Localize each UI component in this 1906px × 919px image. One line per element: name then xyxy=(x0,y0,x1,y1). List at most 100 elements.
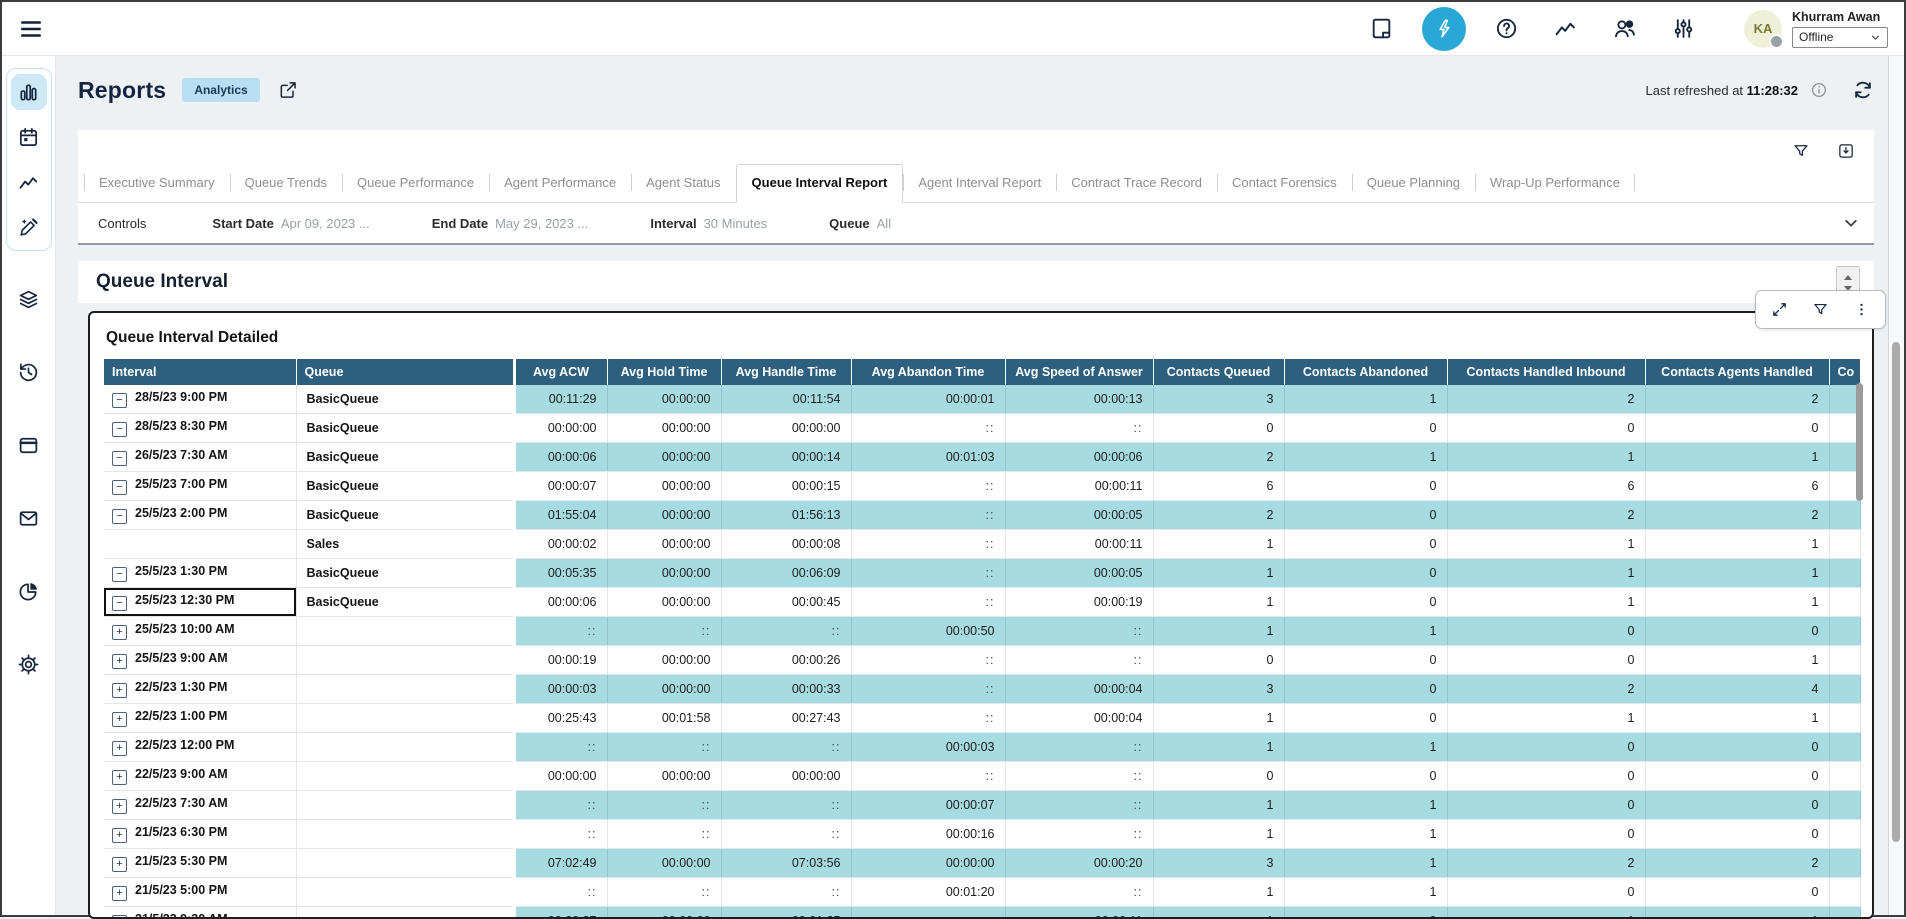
sliders-icon[interactable] xyxy=(1671,16,1696,41)
chevron-down-icon[interactable] xyxy=(1842,214,1860,232)
tab-queue-trends[interactable]: Queue Trends xyxy=(230,164,342,202)
control-interval[interactable]: Interval30 Minutes xyxy=(650,216,767,231)
kebab-menu-icon[interactable] xyxy=(1849,297,1874,322)
status-dropdown[interactable]: Offline xyxy=(1792,27,1888,48)
sidebar-item-settings-gear[interactable] xyxy=(11,646,47,682)
interval-cell[interactable]: −25/5/23 1:30 PM xyxy=(104,559,296,588)
help-icon[interactable] xyxy=(1494,16,1519,41)
column-header-contacts-queued[interactable]: Contacts Queued xyxy=(1153,359,1284,385)
expand-row-icon[interactable]: + xyxy=(112,712,127,727)
table-row[interactable]: −26/5/23 7:30 AMBasicQueue00:00:0600:00:… xyxy=(104,443,1860,472)
interval-cell[interactable]: +25/5/23 9:00 AM xyxy=(104,646,296,675)
column-header-avg-speed-of-answer[interactable]: Avg Speed of Answer xyxy=(1005,359,1153,385)
interval-cell[interactable]: −28/5/23 9:00 PM xyxy=(104,385,296,414)
interval-cell[interactable]: +21/5/23 6:30 PM xyxy=(104,820,296,849)
sidebar-item-mail[interactable] xyxy=(11,500,47,536)
lightning-bolt-icon[interactable] xyxy=(1422,7,1466,51)
expand-row-icon[interactable]: + xyxy=(112,741,127,756)
tab-agent-interval-report[interactable]: Agent Interval Report xyxy=(903,164,1056,202)
collapse-row-icon[interactable]: − xyxy=(112,567,127,582)
tab-executive-summary[interactable]: Executive Summary xyxy=(84,164,230,202)
table-scrollbar-thumb[interactable] xyxy=(1856,383,1863,501)
collapse-row-icon[interactable]: − xyxy=(112,422,127,437)
table-row[interactable]: +22/5/23 12:00 PM::::::00:00:03::1100 xyxy=(104,733,1860,762)
collapse-row-icon[interactable]: − xyxy=(112,509,127,524)
interval-cell[interactable]: −25/5/23 2:00 PM xyxy=(104,501,296,530)
table-row[interactable]: +25/5/23 9:00 AM00:00:1900:00:0000:00:26… xyxy=(104,646,1860,675)
column-header-contacts-handled-inbound[interactable]: Contacts Handled Inbound xyxy=(1447,359,1645,385)
table-row[interactable]: −25/5/23 2:00 PMBasicQueue01:55:0400:00:… xyxy=(104,501,1860,530)
line-chart-icon[interactable] xyxy=(1553,16,1578,41)
filter-icon[interactable] xyxy=(1788,138,1813,163)
people-icon[interactable] xyxy=(1612,16,1637,41)
filter-icon[interactable] xyxy=(1808,297,1833,322)
table-row[interactable]: −25/5/23 1:30 PMBasicQueue00:05:3500:00:… xyxy=(104,559,1860,588)
table-row[interactable]: +25/5/23 10:00 AM::::::00:00:50::1100 xyxy=(104,617,1860,646)
expand-row-icon[interactable]: + xyxy=(112,886,127,901)
interval-cell[interactable]: +22/5/23 9:00 AM xyxy=(104,762,296,791)
control-start-date[interactable]: Start DateApr 09, 2023 ... xyxy=(212,216,369,231)
collapse-row-icon[interactable]: − xyxy=(112,451,127,466)
column-header-avg-acw[interactable]: Avg ACW xyxy=(514,359,607,385)
expand-row-icon[interactable]: + xyxy=(112,770,127,785)
interval-cell[interactable]: +22/5/23 1:30 PM xyxy=(104,675,296,704)
sidebar-item-calendar[interactable] xyxy=(11,119,47,155)
tab-contract-trace-record[interactable]: Contract Trace Record xyxy=(1056,164,1217,202)
column-header-queue[interactable]: Queue xyxy=(296,359,514,385)
expand-row-icon[interactable]: + xyxy=(112,857,127,872)
tab-queue-performance[interactable]: Queue Performance xyxy=(342,164,489,202)
table-row[interactable]: −28/5/23 9:00 PMBasicQueue00:11:2900:00:… xyxy=(104,385,1860,414)
tab-agent-performance[interactable]: Agent Performance xyxy=(489,164,631,202)
interval-cell[interactable] xyxy=(104,530,296,559)
table-row[interactable]: +22/5/23 9:00 AM00:00:0000:00:0000:00:00… xyxy=(104,762,1860,791)
sidebar-item-layers[interactable] xyxy=(11,281,47,317)
sidebar-item-pie-chart[interactable] xyxy=(11,573,47,609)
collapse-row-icon[interactable]: − xyxy=(112,393,127,408)
column-header-co[interactable]: Co xyxy=(1829,359,1860,385)
table-row[interactable]: +21/5/23 5:00 PM::::::00:01:20::1100 xyxy=(104,878,1860,907)
column-header-avg-abandon-time[interactable]: Avg Abandon Time xyxy=(851,359,1005,385)
expand-icon[interactable] xyxy=(1767,297,1792,322)
column-header-contacts-abandoned[interactable]: Contacts Abandoned xyxy=(1284,359,1447,385)
table-row[interactable]: +22/5/23 7:30 AM::::::00:00:07::1100 xyxy=(104,791,1860,820)
table-row[interactable]: Sales00:00:0200:00:0000:00:08::00:00:111… xyxy=(104,530,1860,559)
interval-cell[interactable]: +25/5/23 10:00 AM xyxy=(104,617,296,646)
tab-queue-planning[interactable]: Queue Planning xyxy=(1352,164,1475,202)
collapse-row-icon[interactable]: − xyxy=(112,480,127,495)
interval-cell[interactable]: +22/5/23 12:00 PM xyxy=(104,733,296,762)
external-link-icon[interactable] xyxy=(278,80,298,100)
expand-row-icon[interactable]: + xyxy=(112,799,127,814)
tab-contact-forensics[interactable]: Contact Forensics xyxy=(1217,164,1352,202)
avatar[interactable]: KA xyxy=(1744,10,1782,48)
expand-row-icon[interactable]: + xyxy=(112,683,127,698)
tab-agent-status[interactable]: Agent Status xyxy=(631,164,735,202)
sidebar-item-bar-chart[interactable] xyxy=(11,74,47,110)
column-header-avg-hold-time[interactable]: Avg Hold Time xyxy=(607,359,721,385)
note-icon[interactable] xyxy=(1369,16,1394,41)
column-header-contacts-agents-handled[interactable]: Contacts Agents Handled xyxy=(1645,359,1829,385)
table-row[interactable]: −25/5/23 12:30 PMBasicQueue00:00:0600:00… xyxy=(104,588,1860,617)
tab-wrap-up-performance[interactable]: Wrap-Up Performance xyxy=(1475,164,1635,202)
hamburger-menu-icon[interactable] xyxy=(18,16,44,42)
interval-cell[interactable]: +21/5/23 9:30 AM xyxy=(104,907,296,919)
table-row[interactable]: −25/5/23 7:00 PMBasicQueue00:00:0700:00:… xyxy=(104,472,1860,501)
interval-cell[interactable]: −28/5/23 8:30 PM xyxy=(104,414,296,443)
spinner-up-icon[interactable] xyxy=(1844,275,1852,280)
column-header-interval[interactable]: Interval xyxy=(104,359,296,385)
page-scrollbar[interactable] xyxy=(1888,56,1904,915)
interval-cell[interactable]: +22/5/23 7:30 AM xyxy=(104,791,296,820)
table-row[interactable]: −28/5/23 8:30 PMBasicQueue00:00:0000:00:… xyxy=(104,414,1860,443)
expand-row-icon[interactable]: + xyxy=(112,828,127,843)
sidebar-item-history[interactable] xyxy=(11,354,47,390)
control-queue[interactable]: QueueAll xyxy=(829,216,891,231)
page-scrollbar-thumb[interactable] xyxy=(1892,342,1900,842)
table-row[interactable]: +21/5/23 9:30 AM00:00:2700:00:0000:01:25… xyxy=(104,907,1860,919)
interval-cell[interactable]: −25/5/23 7:00 PM xyxy=(104,472,296,501)
column-header-avg-handle-time[interactable]: Avg Handle Time xyxy=(721,359,851,385)
refresh-icon[interactable] xyxy=(1852,79,1874,101)
tab-queue-interval-report[interactable]: Queue Interval Report xyxy=(736,164,904,203)
interval-cell[interactable]: +21/5/23 5:30 PM xyxy=(104,849,296,878)
info-icon[interactable] xyxy=(1810,81,1828,99)
download-icon[interactable] xyxy=(1833,138,1858,163)
collapse-row-icon[interactable]: − xyxy=(112,596,127,611)
